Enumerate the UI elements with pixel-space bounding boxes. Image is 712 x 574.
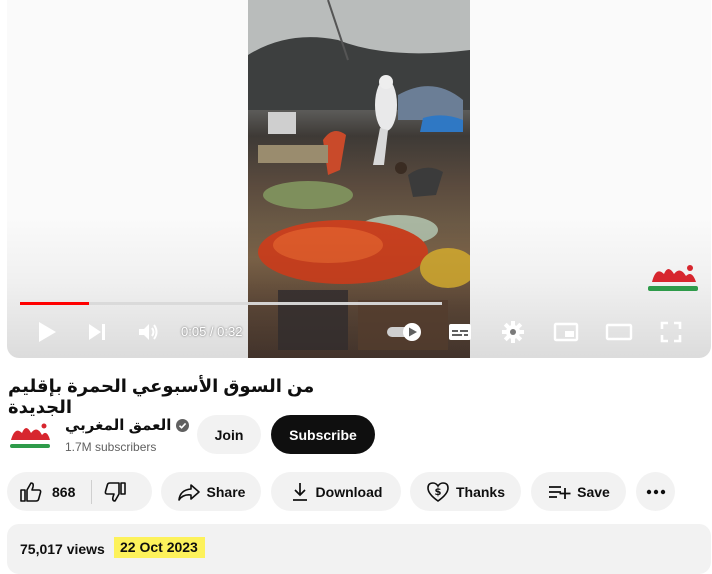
fullscreen-button[interactable] bbox=[657, 318, 685, 346]
like-dislike-group: 868 bbox=[7, 472, 152, 511]
upload-date: 22 Oct 2023 bbox=[114, 537, 205, 558]
next-button[interactable] bbox=[83, 318, 111, 346]
download-label: Download bbox=[315, 483, 383, 500]
svg-text:$: $ bbox=[435, 487, 442, 498]
volume-icon bbox=[139, 324, 158, 340]
more-horizontal-icon bbox=[646, 489, 665, 494]
share-icon bbox=[177, 483, 200, 501]
time-current: 0:05 bbox=[181, 324, 207, 339]
channel-name-row[interactable]: العمق المغربي bbox=[65, 416, 190, 434]
volume-button[interactable] bbox=[135, 318, 163, 346]
settings-button[interactable] bbox=[499, 318, 527, 346]
channel-watermark-logo bbox=[648, 265, 698, 291]
thanks-button[interactable]: $ Thanks bbox=[410, 472, 521, 511]
subscriber-count: 1.7M subscribers bbox=[65, 440, 157, 454]
theater-mode-icon bbox=[605, 323, 633, 341]
video-player[interactable]: 0:05 / 0:32 bbox=[7, 0, 711, 358]
progress-bar[interactable] bbox=[20, 302, 442, 305]
thanks-label: Thanks bbox=[455, 483, 505, 500]
fullscreen-icon bbox=[660, 321, 682, 343]
super-thanks-icon: $ bbox=[427, 481, 449, 502]
channel-avatar[interactable] bbox=[8, 418, 52, 454]
save-button[interactable]: Save bbox=[531, 472, 626, 511]
description-box[interactable]: 75,017 views 22 Oct 2023 bbox=[7, 524, 711, 574]
theater-mode-button[interactable] bbox=[605, 318, 633, 346]
progress-played bbox=[20, 302, 90, 305]
dislike-button[interactable] bbox=[92, 472, 138, 511]
time-display: 0:05 / 0:32 bbox=[181, 324, 242, 339]
save-to-playlist-icon bbox=[549, 485, 571, 499]
channel-name[interactable]: العمق المغربي bbox=[65, 416, 171, 434]
miniplayer-icon bbox=[553, 322, 579, 342]
thumbs-down-icon bbox=[104, 481, 127, 502]
subtitles-icon bbox=[449, 324, 471, 340]
download-icon bbox=[292, 482, 307, 501]
verified-badge-icon bbox=[176, 418, 190, 432]
next-icon bbox=[89, 324, 105, 340]
autoplay-toggle[interactable] bbox=[385, 318, 425, 346]
time-separator: / bbox=[206, 324, 218, 339]
video-title: من السوق الأسبوعي الحمرة بإقليم الجديدة bbox=[8, 376, 315, 417]
settings-icon bbox=[502, 321, 524, 343]
play-button[interactable] bbox=[33, 318, 61, 346]
download-button[interactable]: Download bbox=[271, 472, 401, 511]
thumbs-up-icon bbox=[20, 481, 42, 502]
more-actions-button[interactable] bbox=[636, 472, 675, 511]
play-icon bbox=[39, 322, 56, 342]
like-count: 868 bbox=[52, 483, 76, 500]
time-total: 0:32 bbox=[217, 324, 243, 339]
subtitles-button[interactable] bbox=[446, 318, 474, 346]
share-button[interactable]: Share bbox=[161, 472, 261, 511]
subscribe-button[interactable]: Subscribe bbox=[271, 415, 375, 454]
miniplayer-button[interactable] bbox=[552, 318, 580, 346]
like-button[interactable]: 868 bbox=[7, 472, 75, 511]
join-button[interactable]: Join bbox=[197, 415, 261, 454]
autoplay-toggle-icon bbox=[387, 323, 421, 341]
view-count: 75,017 views bbox=[20, 541, 105, 557]
save-label: Save bbox=[577, 483, 610, 500]
share-label: Share bbox=[206, 483, 246, 500]
